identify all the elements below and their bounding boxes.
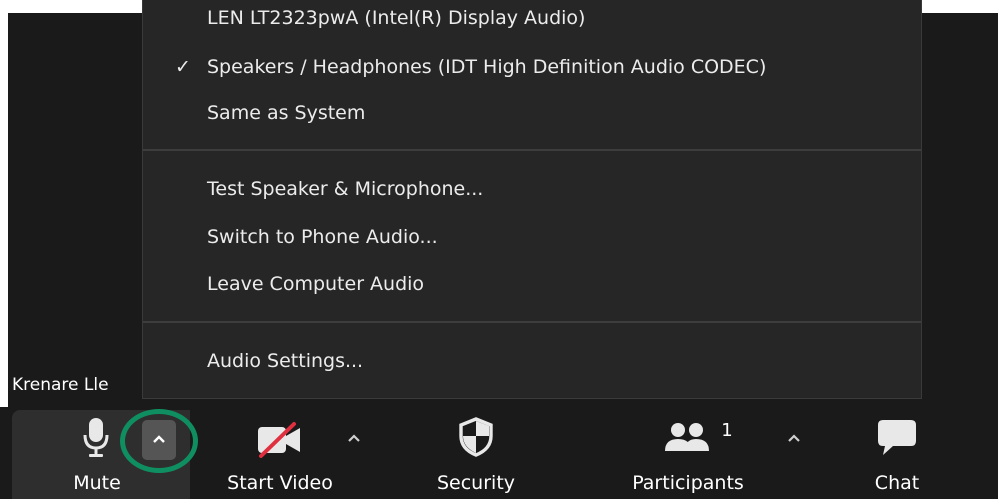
checkmark-icon: ✓: [175, 56, 191, 78]
window-edge: [0, 13, 8, 407]
chat-bubble-icon: [878, 420, 916, 455]
menu-item-speaker-len-display[interactable]: LEN LT2323pwA (Intel(R) Display Audio): [143, 0, 921, 41]
microphone-icon: [83, 418, 109, 457]
highlight-circle-annotation: [120, 409, 198, 473]
menu-item-label: Same as System: [207, 102, 366, 124]
menu-item-label: Speakers / Headphones (IDT High Definiti…: [207, 56, 767, 78]
menu-divider: [143, 321, 921, 323]
participants-options-chevron-icon[interactable]: [788, 434, 800, 442]
participant-name-tag: Krenare Lle: [8, 372, 140, 398]
participants-button-label[interactable]: Participants: [618, 472, 758, 494]
menu-item-switch-phone-audio[interactable]: Switch to Phone Audio...: [143, 214, 921, 260]
chat-button-label[interactable]: Chat: [862, 472, 932, 494]
video-off-icon: [258, 422, 300, 458]
menu-divider: [143, 149, 921, 151]
video-options-chevron-icon[interactable]: [348, 434, 360, 442]
menu-item-label: Switch to Phone Audio...: [207, 226, 438, 248]
security-button-label[interactable]: Security: [420, 472, 532, 494]
menu-item-label: Audio Settings...: [207, 350, 364, 372]
start-video-button-label[interactable]: Start Video: [210, 472, 350, 494]
menu-item-audio-settings[interactable]: Audio Settings...: [143, 338, 921, 384]
mute-label: Mute: [73, 472, 121, 494]
shield-icon: [459, 417, 493, 457]
audio-options-menu: LEN LT2323pwA (Intel(R) Display Audio) ✓…: [142, 0, 922, 399]
participants-icon: [665, 423, 709, 451]
menu-item-speaker-idt[interactable]: ✓ Speakers / Headphones (IDT High Defini…: [143, 44, 921, 90]
menu-item-test-speaker-mic[interactable]: Test Speaker & Microphone...: [143, 166, 921, 212]
meeting-toolbar: Mute Start Video Security 1 Participants…: [0, 407, 998, 499]
participant-count-badge: 1: [721, 420, 733, 441]
menu-item-label: Leave Computer Audio: [207, 273, 425, 295]
menu-item-same-as-system[interactable]: Same as System: [143, 90, 921, 136]
menu-item-label: LEN LT2323pwA (Intel(R) Display Audio): [207, 7, 586, 29]
menu-item-label: Test Speaker & Microphone...: [207, 178, 484, 200]
menu-item-leave-computer-audio[interactable]: Leave Computer Audio: [143, 261, 921, 307]
